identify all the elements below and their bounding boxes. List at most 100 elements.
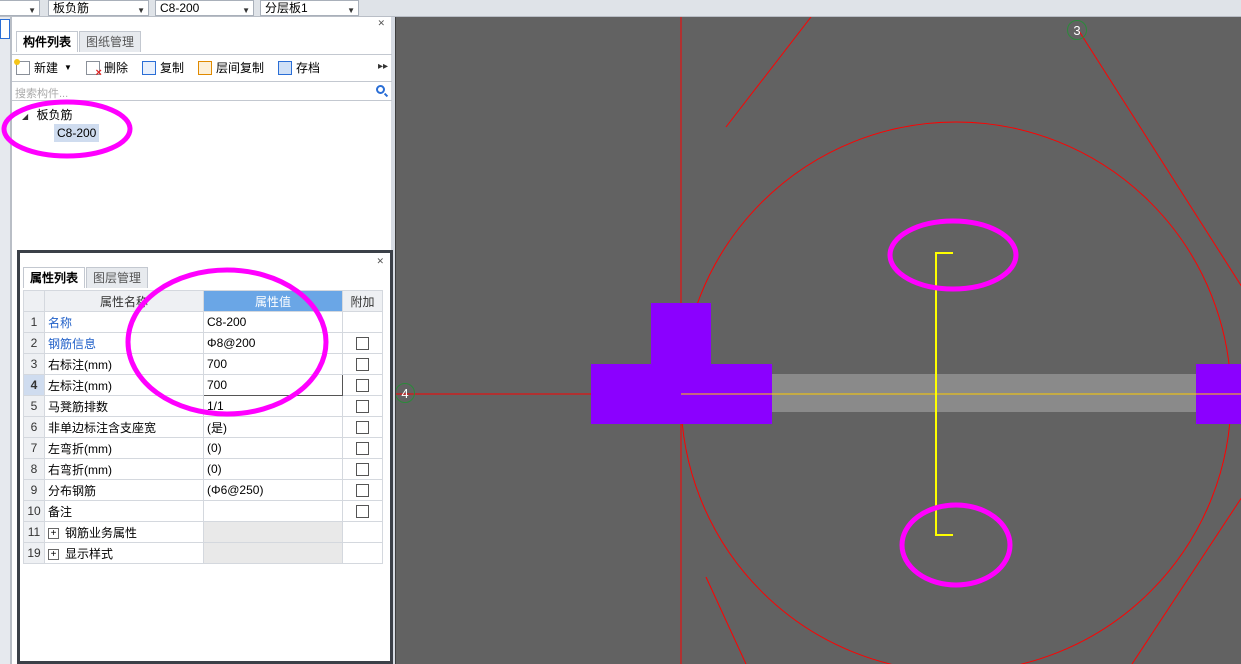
property-extra [342, 437, 383, 459]
drawing-canvas[interactable]: 3 4 [395, 17, 1241, 664]
property-row[interactable]: 8 右弯折(mm) (0) [23, 458, 383, 480]
property-row[interactable]: 11 + 钢筋业务属性 [23, 521, 383, 543]
extra-checkbox[interactable] [356, 484, 369, 498]
close-icon[interactable]: ✕ [376, 256, 384, 267]
property-row[interactable]: 10 备注 [23, 500, 383, 522]
collapse-triangle-icon[interactable]: ◢ [22, 112, 28, 121]
floor-copy-icon [197, 60, 212, 75]
category-select[interactable]: ▼ [0, 0, 40, 16]
extra-checkbox[interactable] [356, 337, 369, 351]
drawing-svg [396, 17, 1241, 664]
component-toolbar: 新建 ▼ 删除 复制 层间复制 存档 ▸▸ [12, 54, 392, 80]
property-value[interactable] [203, 500, 343, 522]
property-name: 左弯折(mm) [44, 437, 204, 459]
search-icon[interactable] [376, 85, 385, 94]
save-icon [277, 60, 292, 75]
property-panel-tabs: 属性列表 图层管理 [23, 267, 149, 288]
property-group-label: 钢筋业务属性 [65, 525, 138, 540]
property-row[interactable]: 5 马凳筋排数 1/1 [23, 395, 383, 417]
save-button[interactable]: 存档 [277, 59, 320, 76]
category-combo[interactable]: 板负筋 ▼ [48, 0, 149, 16]
diagonal-line [1078, 30, 1241, 287]
row-number: 10 [23, 500, 45, 522]
component-panel-tabs: 构件列表 图纸管理 [16, 31, 142, 52]
diagonal-line [725, 17, 812, 128]
dock-toggle[interactable] [0, 19, 10, 39]
new-file-icon [14, 58, 30, 75]
left-dock-strip [0, 17, 11, 664]
extra-checkbox[interactable] [356, 463, 369, 477]
property-row[interactable]: 9 分布钢筋 (Φ6@250) [23, 479, 383, 501]
tree-node-parent-label: 板负筋 [36, 108, 73, 122]
save-button-label: 存档 [295, 61, 320, 75]
property-name: 马凳筋排数 [44, 395, 204, 417]
property-row[interactable]: 1 名称 C8-200 [23, 311, 383, 333]
tree-node-child[interactable]: C8-200 [54, 124, 100, 142]
property-value[interactable]: (Φ6@250) [203, 479, 343, 501]
expand-plus-icon[interactable]: + [48, 527, 59, 539]
delete-button-label: 删除 [103, 61, 128, 75]
property-name: 非单边标注含支座宽 [44, 416, 204, 438]
property-grid: 属性名称 属性值 附加 1 名称 C8-200 2 钢筋信息 Φ8@200 3 右标注(mm)… [23, 290, 383, 564]
more-icon[interactable]: ▸▸ [378, 61, 388, 72]
new-button[interactable]: 新建 ▼ [14, 58, 72, 76]
column-block[interactable] [651, 303, 711, 367]
search-input[interactable]: 搜索构件... [15, 85, 68, 101]
property-value[interactable]: 1/1 [203, 395, 343, 417]
row-number: 3 [23, 353, 45, 375]
property-group-label: 显示样式 [65, 546, 114, 561]
floor-copy-button[interactable]: 层间复制 [197, 59, 264, 76]
property-value[interactable]: C8-200 [203, 311, 343, 333]
extra-checkbox[interactable] [356, 358, 369, 372]
expand-plus-icon[interactable]: + [48, 548, 59, 560]
property-row[interactable]: 3 右标注(mm) 700 [23, 353, 383, 375]
extra-checkbox[interactable] [356, 379, 369, 393]
slab-strip [771, 374, 1241, 412]
tab-component-list[interactable]: 构件列表 [16, 31, 79, 52]
component-combo[interactable]: C8-200 ▼ [155, 0, 254, 16]
tab-drawing-management[interactable]: 图纸管理 [79, 31, 142, 52]
top-toolbar: ▼ 板负筋 ▼ C8-200 ▼ 分层板1 ▼ [0, 0, 1241, 17]
property-name: 右标注(mm) [44, 353, 204, 375]
extra-checkbox[interactable] [356, 400, 369, 414]
copy-button[interactable]: 复制 [141, 59, 184, 76]
property-row[interactable]: 19 + 显示样式 [23, 542, 383, 564]
delete-button[interactable]: 删除 [85, 59, 128, 79]
property-row[interactable]: 4 左标注(mm) 700 [23, 374, 383, 396]
extra-checkbox[interactable] [356, 442, 369, 456]
property-extra [342, 521, 383, 543]
layer-combo[interactable]: 分层板1 ▼ [260, 0, 359, 16]
property-row[interactable]: 6 非单边标注含支座宽 (是) [23, 416, 383, 438]
new-button-label: 新建 [34, 61, 59, 75]
search-bar[interactable]: 搜索构件... [12, 81, 392, 101]
chevron-down-icon: ▼ [28, 6, 36, 15]
chevron-down-icon: ▼ [64, 63, 72, 72]
tab-property-list[interactable]: 属性列表 [23, 267, 86, 288]
extra-checkbox[interactable] [356, 421, 369, 435]
row-number: 8 [23, 458, 45, 480]
row-number: 6 [23, 416, 45, 438]
property-value[interactable]: (0) [203, 458, 343, 480]
close-icon[interactable]: ✕ [377, 18, 385, 29]
property-extra [342, 416, 383, 438]
property-value[interactable]: (0) [203, 437, 343, 459]
property-value [203, 542, 343, 564]
property-value[interactable]: Φ8@200 [203, 332, 343, 354]
property-extra [342, 332, 383, 354]
extra-checkbox[interactable] [356, 505, 369, 519]
layer-combo-value: 分层板1 [265, 1, 308, 15]
chevron-down-icon: ▼ [242, 6, 250, 15]
property-value[interactable]: 700 [203, 353, 343, 375]
tree-node-parent[interactable]: ◢ 板负筋 [22, 106, 73, 123]
diagonal-line [705, 576, 747, 664]
property-extra [342, 458, 383, 480]
tab-layer-management[interactable]: 图层管理 [86, 267, 149, 288]
axis-label-3: 3 [1067, 20, 1087, 40]
column-header-value: 属性值 [203, 290, 343, 312]
property-value[interactable]: (是) [203, 416, 343, 438]
property-row[interactable]: 7 左弯折(mm) (0) [23, 437, 383, 459]
row-number: 11 [23, 521, 45, 543]
property-value[interactable]: 700 [203, 374, 343, 396]
property-row[interactable]: 2 钢筋信息 Φ8@200 [23, 332, 383, 354]
property-name: 备注 [44, 500, 204, 522]
